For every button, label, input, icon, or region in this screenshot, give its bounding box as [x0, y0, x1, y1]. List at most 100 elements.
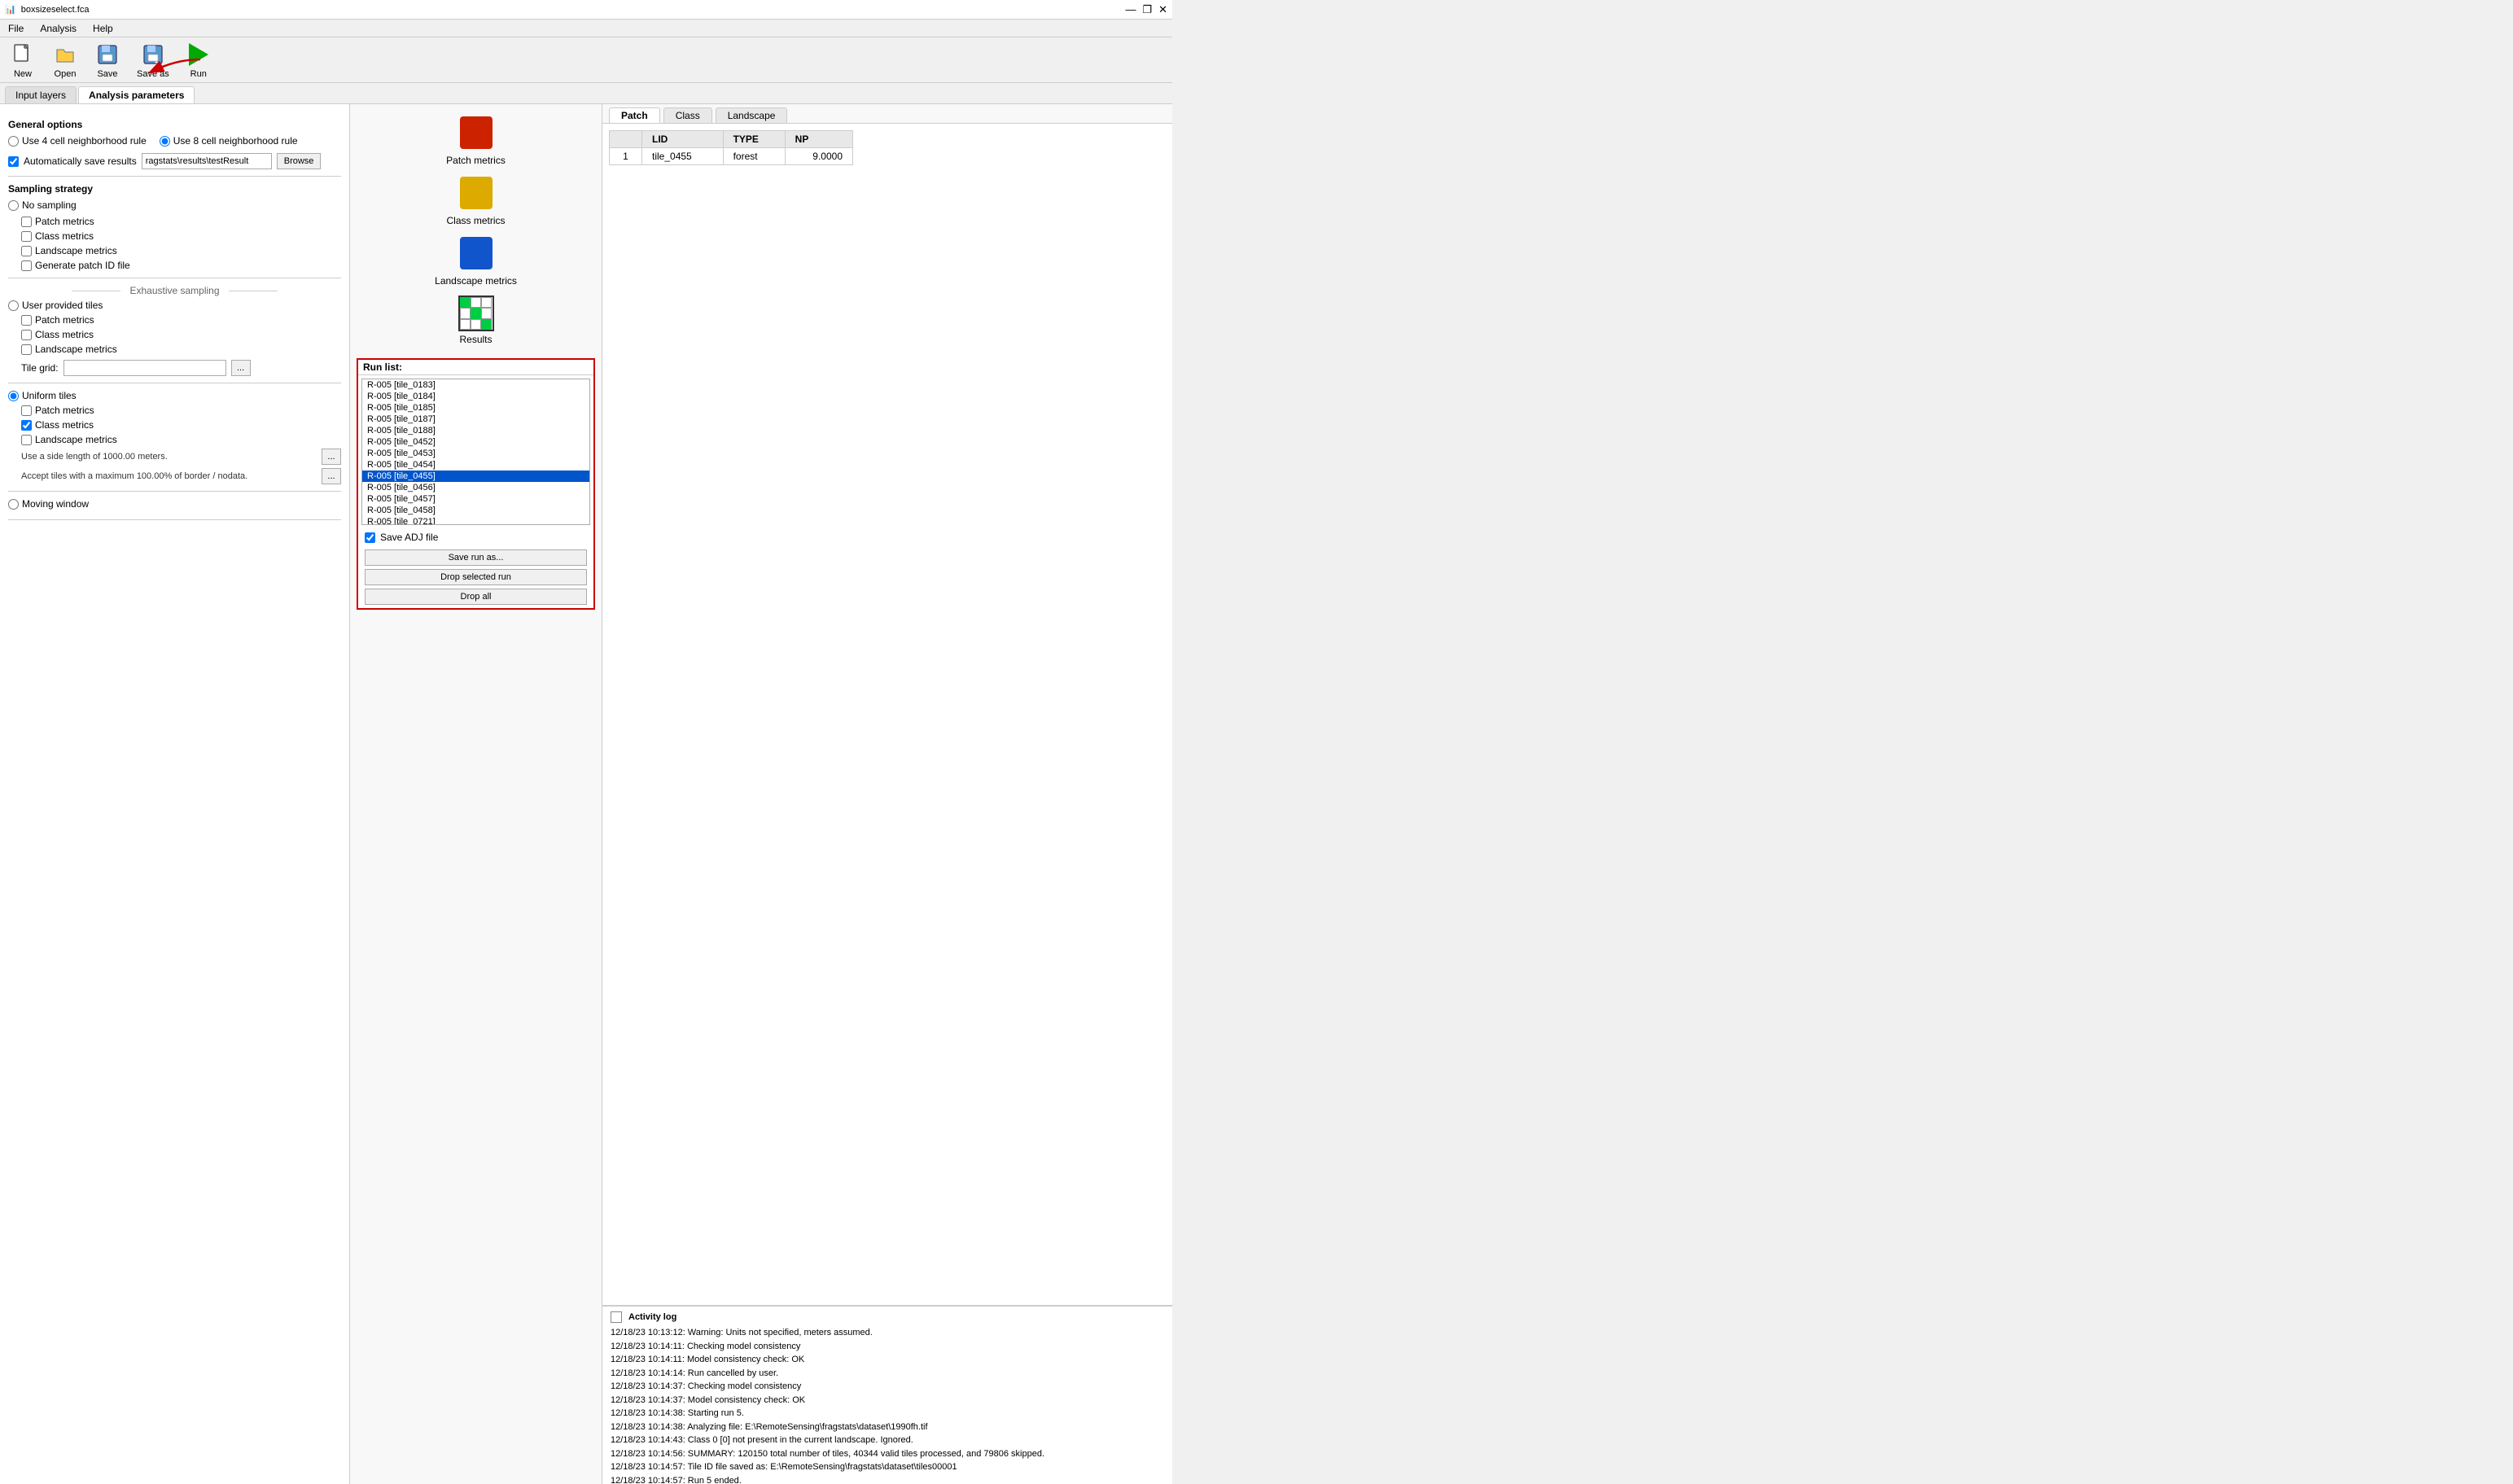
run-icon [186, 42, 212, 68]
tabs-bar: Input layers Analysis parameters [0, 83, 1172, 104]
minimize-button[interactable]: — [1125, 3, 1136, 16]
new-icon [10, 42, 36, 68]
moving-window-input[interactable] [8, 499, 19, 510]
run-list-item[interactable]: R-005 [tile_0456] [362, 482, 589, 493]
run-list-box[interactable]: R-005 [tile_0183]R-005 [tile_0184]R-005 … [361, 379, 590, 525]
ut-patch-label: Patch metrics [35, 405, 94, 416]
uniform-tiles-metrics: Patch metrics Class metrics Landscape me… [21, 405, 341, 484]
run-list-item[interactable]: R-005 [tile_0452] [362, 436, 589, 448]
run-list-header: Run list: [358, 360, 593, 375]
close-button[interactable]: ✕ [1158, 3, 1167, 16]
run-list-item[interactable]: R-005 [tile_0183] [362, 379, 589, 391]
landscape-icon [456, 233, 497, 274]
save-adj-checkbox[interactable] [365, 532, 375, 543]
ns-class-checkbox[interactable] [21, 231, 32, 242]
ut-class-checkbox[interactable] [21, 420, 32, 431]
open-button[interactable]: Open [47, 40, 83, 81]
save-button[interactable]: Save [90, 40, 125, 81]
run-list-item[interactable]: R-005 [tile_0453] [362, 448, 589, 459]
accept-text: Accept tiles with a maximum 100.00% of b… [21, 471, 247, 481]
radio-8cell-input[interactable] [160, 136, 170, 147]
maximize-button[interactable]: ❐ [1142, 3, 1152, 16]
main-content: General options Use 4 cell neighborhood … [0, 104, 1172, 1484]
user-provided-input[interactable] [8, 300, 19, 311]
up-class-checkbox[interactable] [21, 330, 32, 340]
run-list-item[interactable]: R-005 [tile_0184] [362, 391, 589, 402]
class-metrics-button[interactable]: Class metrics [419, 173, 533, 226]
auto-save-checkbox[interactable] [8, 156, 19, 167]
browse-button[interactable]: Browse [277, 153, 322, 169]
run-list-item[interactable]: R-005 [tile_0188] [362, 425, 589, 436]
menu-file[interactable]: File [0, 20, 32, 37]
ns-class-label: Class metrics [35, 230, 94, 242]
landscape-metrics-button[interactable]: Landscape metrics [419, 233, 533, 287]
log-icon [611, 1311, 622, 1323]
up-patch-checkbox[interactable] [21, 315, 32, 326]
ns-generate-row: Generate patch ID file [21, 260, 341, 271]
title-bar: 📊 boxsizeselect.fca — ❐ ✕ [0, 0, 1172, 20]
uniform-tiles-input[interactable] [8, 391, 19, 401]
run-button[interactable]: Run [181, 40, 217, 81]
radio-8cell[interactable]: Use 8 cell neighborhood rule [160, 135, 298, 147]
accept-dots[interactable]: ... [322, 468, 341, 484]
ns-patch-checkbox[interactable] [21, 217, 32, 227]
cell-type: forest [723, 148, 785, 165]
patch-metrics-button[interactable]: Patch metrics [419, 112, 533, 166]
run-list-item[interactable]: R-005 [tile_0454] [362, 459, 589, 471]
ut-class-label: Class metrics [35, 419, 94, 431]
save-icon [94, 42, 120, 68]
left-panel: General options Use 4 cell neighborhood … [0, 104, 350, 1484]
save-path-input[interactable]: ragstats\results\testResult [142, 153, 272, 169]
run-list-item[interactable]: R-005 [tile_0187] [362, 414, 589, 425]
log-line: 12/18/23 10:14:14: Run cancelled by user… [611, 1367, 1164, 1381]
run-list-item[interactable]: R-005 [tile_0185] [362, 402, 589, 414]
user-provided-radio[interactable]: User provided tiles [8, 300, 341, 311]
neighborhood-radio-group: Use 4 cell neighborhood rule Use 8 cell … [8, 135, 341, 147]
uniform-tiles-radio[interactable]: Uniform tiles [8, 390, 341, 401]
saveas-button[interactable]: + Save as [132, 40, 174, 81]
radio-4cell[interactable]: Use 4 cell neighborhood rule [8, 135, 147, 147]
log-line: 12/18/23 10:14:57: Run 5 ended. [611, 1474, 1164, 1484]
ut-landscape-checkbox[interactable] [21, 435, 32, 445]
divider-1 [8, 176, 341, 177]
results-icon [456, 293, 497, 334]
new-button[interactable]: New [5, 40, 41, 81]
menu-bar: File Analysis Help [0, 20, 1172, 37]
right-tab-landscape[interactable]: Landscape [716, 107, 788, 123]
menu-analysis[interactable]: Analysis [32, 20, 85, 37]
run-list-item[interactable]: R-005 [tile_0721] [362, 516, 589, 525]
save-adj-row: Save ADJ file [365, 532, 587, 543]
no-sampling-metrics: Patch metrics Class metrics Landscape me… [21, 216, 341, 271]
log-line: 12/18/23 10:14:37: Checking model consis… [611, 1380, 1164, 1394]
log-line: 12/18/23 10:14:11: Model consistency che… [611, 1353, 1164, 1367]
drop-selected-button[interactable]: Drop selected run [365, 569, 587, 585]
ut-patch-checkbox[interactable] [21, 405, 32, 416]
up-landscape-checkbox[interactable] [21, 344, 32, 355]
run-list-item[interactable]: R-005 [tile_0457] [362, 493, 589, 505]
cell-np: 9.0000 [785, 148, 852, 165]
tab-analysis-parameters[interactable]: Analysis parameters [78, 86, 195, 103]
log-line: 12/18/23 10:14:56: SUMMARY: 120150 total… [611, 1447, 1164, 1461]
side-length-dots[interactable]: ... [322, 449, 341, 465]
radio-4cell-input[interactable] [8, 136, 19, 147]
tile-grid-input[interactable] [63, 360, 226, 376]
right-tab-patch[interactable]: Patch [609, 107, 660, 123]
up-landscape-label: Landscape metrics [35, 344, 117, 355]
run-list-item[interactable]: R-005 [tile_0455] [362, 471, 589, 482]
drop-all-button[interactable]: Drop all [365, 589, 587, 605]
activity-log-header: Activity log [611, 1311, 1164, 1323]
tab-input-layers[interactable]: Input layers [5, 86, 77, 103]
save-run-as-button[interactable]: Save run as... [365, 549, 587, 566]
no-sampling-input[interactable] [8, 200, 19, 211]
tile-grid-dots-button[interactable]: ... [231, 360, 251, 376]
results-button[interactable]: Results [419, 293, 533, 345]
divider-4 [8, 491, 341, 492]
run-list-item[interactable]: R-005 [tile_0458] [362, 505, 589, 516]
no-sampling-radio[interactable]: No sampling [8, 199, 341, 211]
moving-window-radio[interactable]: Moving window [8, 498, 341, 510]
menu-help[interactable]: Help [85, 20, 121, 37]
right-tab-class[interactable]: Class [663, 107, 712, 123]
ns-generate-checkbox[interactable] [21, 260, 32, 271]
log-line: 12/18/23 10:14:37: Model consistency che… [611, 1394, 1164, 1407]
ns-landscape-checkbox[interactable] [21, 246, 32, 256]
